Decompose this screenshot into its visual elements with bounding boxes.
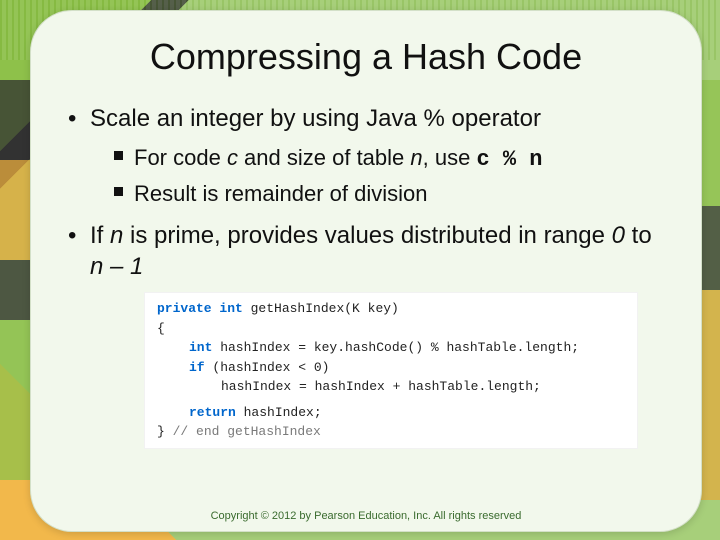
sub1-code-expr: c % n [476, 147, 542, 172]
fn-sig: getHashIndex(K key) [243, 301, 399, 316]
code-line-1: private int getHashIndex(K key) [157, 299, 625, 319]
sub-bullet-list-1: For code c and size of table n, use c % … [112, 141, 668, 211]
code-l1a: hashIndex = key.hashCode() % hashTable.l… [212, 340, 579, 355]
brace-close: } [157, 424, 173, 439]
kw-return: return [189, 405, 236, 420]
code-l4: hashIndex; [236, 405, 322, 420]
copyright-footer: Copyright © 2012 by Pearson Education, I… [30, 510, 702, 522]
b2-nm1-n: n [90, 253, 103, 280]
b2-var-n: n [110, 222, 123, 249]
code-comment: // end getHashIndex [173, 424, 321, 439]
sub1-var-n: n [410, 145, 422, 170]
sub1-mid: and size of table [238, 145, 410, 170]
code-line-7: } // end getHashIndex [157, 422, 625, 442]
b2-mid: is prime, provides values distributed in… [123, 222, 611, 249]
sub-bullet-1: For code c and size of table n, use c % … [112, 141, 668, 177]
bullet-2: If n is prime, provides values distribut… [64, 221, 668, 282]
slide-card: Compressing a Hash Code Scale an integer… [30, 10, 702, 532]
kw-if: if [189, 360, 205, 375]
sub1-post: , use [423, 145, 477, 170]
bullet-1: Scale an integer by using Java % operato… [64, 104, 668, 211]
b2-to: to [625, 222, 652, 249]
b2-pre: If [90, 222, 110, 249]
kw-private: private [157, 301, 212, 316]
kw-int-2: int [189, 340, 212, 355]
bullet-1-text: Scale an integer by using Java % operato… [90, 105, 541, 132]
b2-nm1-rest: – 1 [103, 253, 143, 280]
bullet-list: Scale an integer by using Java % operato… [64, 104, 668, 282]
code-l2a: (hashIndex < 0) [205, 360, 330, 375]
kw-int-1: int [219, 301, 242, 316]
sub1-pre: For code [134, 145, 227, 170]
sub-bullet-2: Result is remainder of division [112, 177, 668, 211]
code-line-6: return hashIndex; [157, 403, 625, 423]
slide-title: Compressing a Hash Code [64, 36, 668, 78]
code-line-2: { [157, 319, 625, 339]
code-line-4: if (hashIndex < 0) [157, 358, 625, 378]
code-line-3: int hashIndex = key.hashCode() % hashTab… [157, 338, 625, 358]
sub1-var-c: c [227, 145, 238, 170]
code-snippet: private int getHashIndex(K key) { int ha… [144, 292, 638, 449]
code-line-5: hashIndex = hashIndex + hashTable.length… [157, 377, 625, 397]
b2-zero: 0 [612, 222, 625, 249]
